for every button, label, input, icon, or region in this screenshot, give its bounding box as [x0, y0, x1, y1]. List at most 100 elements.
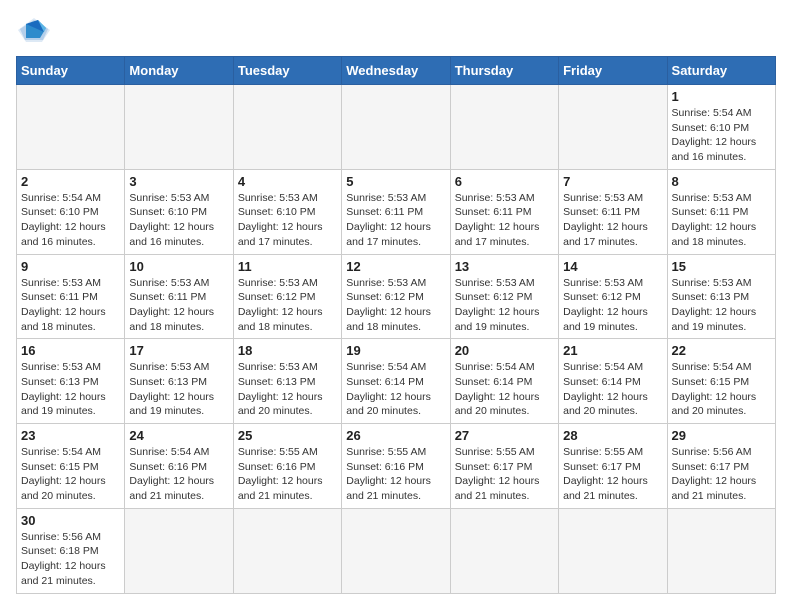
day-info: Sunrise: 5:55 AMSunset: 6:16 PMDaylight:… — [238, 445, 337, 504]
day-number: 12 — [346, 259, 445, 274]
calendar-cell: 8Sunrise: 5:53 AMSunset: 6:11 PMDaylight… — [667, 169, 775, 254]
day-number: 4 — [238, 174, 337, 189]
day-number: 5 — [346, 174, 445, 189]
calendar-cell: 24 Sunrise: 5:54 AMSunset: 6:16 PMDayligh… — [125, 424, 233, 509]
day-number: 7 — [563, 174, 662, 189]
calendar-cell — [559, 508, 667, 593]
calendar-cell — [125, 508, 233, 593]
calendar-cell — [125, 85, 233, 170]
calendar-cell: 7Sunrise: 5:53 AMSunset: 6:11 PMDaylight… — [559, 169, 667, 254]
day-info: Sunrise: 5:54 AMSunset: 6:14 PMDaylight:… — [563, 360, 662, 419]
weekday-header-monday: Monday — [125, 57, 233, 85]
day-info: Sunrise: 5:53 AMSunset: 6:13 PMDaylight:… — [129, 360, 228, 419]
day-number: 29 — [672, 428, 771, 443]
day-info: Sunrise: 5:53 AMSunset: 6:11 PMDaylight:… — [346, 191, 445, 250]
calendar-cell: 18 Sunrise: 5:53 AMSunset: 6:13 PMDayligh… — [233, 339, 341, 424]
day-number: 20 — [455, 343, 554, 358]
calendar-cell: 30 Sunrise: 5:56 AMSunset: 6:18 PMDayligh… — [17, 508, 125, 593]
weekday-header-saturday: Saturday — [667, 57, 775, 85]
day-info: Sunrise: 5:53 AMSunset: 6:12 PMDaylight:… — [346, 276, 445, 335]
day-info: Sunrise: 5:54 AMSunset: 6:14 PMDaylight:… — [346, 360, 445, 419]
day-info: Sunrise: 5:54 AMSunset: 6:14 PMDaylight:… — [455, 360, 554, 419]
day-info: Sunrise: 5:55 AMSunset: 6:16 PMDaylight:… — [346, 445, 445, 504]
day-number: 18 — [238, 343, 337, 358]
calendar-cell: 23Sunrise: 5:54 AMSunset: 6:15 PMDayligh… — [17, 424, 125, 509]
calendar-cell — [233, 508, 341, 593]
calendar-week-5: 23Sunrise: 5:54 AMSunset: 6:15 PMDayligh… — [17, 424, 776, 509]
calendar-cell: 16Sunrise: 5:53 AMSunset: 6:13 PMDayligh… — [17, 339, 125, 424]
day-number: 26 — [346, 428, 445, 443]
calendar-cell: 9 Sunrise: 5:53 AMSunset: 6:11 PMDaylight… — [17, 254, 125, 339]
calendar-cell — [450, 85, 558, 170]
day-number: 28 — [563, 428, 662, 443]
calendar-cell: 20 Sunrise: 5:54 AMSunset: 6:14 PMDayligh… — [450, 339, 558, 424]
calendar-cell: 29Sunrise: 5:56 AMSunset: 6:17 PMDayligh… — [667, 424, 775, 509]
calendar-cell — [17, 85, 125, 170]
day-number: 6 — [455, 174, 554, 189]
calendar-cell: 27 Sunrise: 5:55 AMSunset: 6:17 PMDayligh… — [450, 424, 558, 509]
calendar-cell: 10 Sunrise: 5:53 AMSunset: 6:11 PMDayligh… — [125, 254, 233, 339]
day-number: 19 — [346, 343, 445, 358]
calendar-cell: 19 Sunrise: 5:54 AMSunset: 6:14 PMDayligh… — [342, 339, 450, 424]
weekday-header-sunday: Sunday — [17, 57, 125, 85]
calendar-cell: 14Sunrise: 5:53 AMSunset: 6:12 PMDayligh… — [559, 254, 667, 339]
day-info: Sunrise: 5:53 AMSunset: 6:12 PMDaylight:… — [238, 276, 337, 335]
day-info: Sunrise: 5:53 AMSunset: 6:10 PMDaylight:… — [129, 191, 228, 250]
weekday-header-tuesday: Tuesday — [233, 57, 341, 85]
calendar-cell — [559, 85, 667, 170]
calendar-week-3: 9 Sunrise: 5:53 AMSunset: 6:11 PMDaylight… — [17, 254, 776, 339]
calendar-week-2: 2 Sunrise: 5:54 AMSunset: 6:10 PMDaylight… — [17, 169, 776, 254]
calendar-cell: 6Sunrise: 5:53 AMSunset: 6:11 PMDaylight… — [450, 169, 558, 254]
day-info: Sunrise: 5:54 AMSunset: 6:10 PMDaylight:… — [21, 191, 120, 250]
day-info: Sunrise: 5:55 AMSunset: 6:17 PMDaylight:… — [563, 445, 662, 504]
day-info: Sunrise: 5:54 AMSunset: 6:16 PMDaylight:… — [129, 445, 228, 504]
calendar-cell: 26 Sunrise: 5:55 AMSunset: 6:16 PMDayligh… — [342, 424, 450, 509]
calendar-cell — [233, 85, 341, 170]
weekday-header-friday: Friday — [559, 57, 667, 85]
calendar-cell: 15 Sunrise: 5:53 AMSunset: 6:13 PMDayligh… — [667, 254, 775, 339]
day-info: Sunrise: 5:53 AMSunset: 6:11 PMDaylight:… — [21, 276, 120, 335]
day-info: Sunrise: 5:53 AMSunset: 6:11 PMDaylight:… — [672, 191, 771, 250]
calendar-week-6: 30 Sunrise: 5:56 AMSunset: 6:18 PMDayligh… — [17, 508, 776, 593]
calendar-cell: 1Sunrise: 5:54 AMSunset: 6:10 PMDaylight… — [667, 85, 775, 170]
logo — [16, 16, 58, 44]
day-number: 25 — [238, 428, 337, 443]
day-info: Sunrise: 5:56 AMSunset: 6:18 PMDaylight:… — [21, 530, 120, 589]
day-number: 2 — [21, 174, 120, 189]
calendar-cell — [667, 508, 775, 593]
page-header — [16, 16, 776, 44]
day-number: 30 — [21, 513, 120, 528]
calendar-cell: 11Sunrise: 5:53 AMSunset: 6:12 PMDayligh… — [233, 254, 341, 339]
calendar-header-row: SundayMondayTuesdayWednesdayThursdayFrid… — [17, 57, 776, 85]
day-number: 27 — [455, 428, 554, 443]
day-number: 1 — [672, 89, 771, 104]
day-number: 17 — [129, 343, 228, 358]
day-number: 24 — [129, 428, 228, 443]
day-info: Sunrise: 5:53 AMSunset: 6:12 PMDaylight:… — [455, 276, 554, 335]
day-info: Sunrise: 5:53 AMSunset: 6:12 PMDaylight:… — [563, 276, 662, 335]
calendar-cell: 5 Sunrise: 5:53 AMSunset: 6:11 PMDaylight… — [342, 169, 450, 254]
day-info: Sunrise: 5:53 AMSunset: 6:13 PMDaylight:… — [238, 360, 337, 419]
day-info: Sunrise: 5:53 AMSunset: 6:13 PMDaylight:… — [672, 276, 771, 335]
logo-icon — [16, 16, 52, 44]
day-number: 21 — [563, 343, 662, 358]
calendar-week-4: 16 Sunrise: 5:53 AMSunset: 6:13 PMDayligh… — [17, 339, 776, 424]
day-info: Sunrise: 5:53 AMSunset: 6:10 PMDaylight:… — [238, 191, 337, 250]
calendar-cell: 21 Sunrise: 5:54 AMSunset: 6:14 PMDayligh… — [559, 339, 667, 424]
calendar-cell: 22Sunrise: 5:54 AMSunset: 6:15 PMDayligh… — [667, 339, 775, 424]
calendar-cell — [450, 508, 558, 593]
calendar-cell: 3Sunrise: 5:53 AMSunset: 6:10 PMDaylight… — [125, 169, 233, 254]
calendar-cell: 4 Sunrise: 5:53 AMSunset: 6:10 PMDaylight… — [233, 169, 341, 254]
calendar-cell: 17 Sunrise: 5:53 AMSunset: 6:13 PMDayligh… — [125, 339, 233, 424]
day-number: 15 — [672, 259, 771, 274]
day-info: Sunrise: 5:54 AMSunset: 6:15 PMDaylight:… — [672, 360, 771, 419]
day-info: Sunrise: 5:53 AMSunset: 6:11 PMDaylight:… — [129, 276, 228, 335]
day-number: 16 — [21, 343, 120, 358]
calendar-cell: 12 Sunrise: 5:53 AMSunset: 6:12 PMDayligh… — [342, 254, 450, 339]
calendar-cell: 28 Sunrise: 5:55 AMSunset: 6:17 PMDayligh… — [559, 424, 667, 509]
day-number: 9 — [21, 259, 120, 274]
calendar-cell — [342, 85, 450, 170]
day-info: Sunrise: 5:55 AMSunset: 6:17 PMDaylight:… — [455, 445, 554, 504]
weekday-header-thursday: Thursday — [450, 57, 558, 85]
day-number: 10 — [129, 259, 228, 274]
